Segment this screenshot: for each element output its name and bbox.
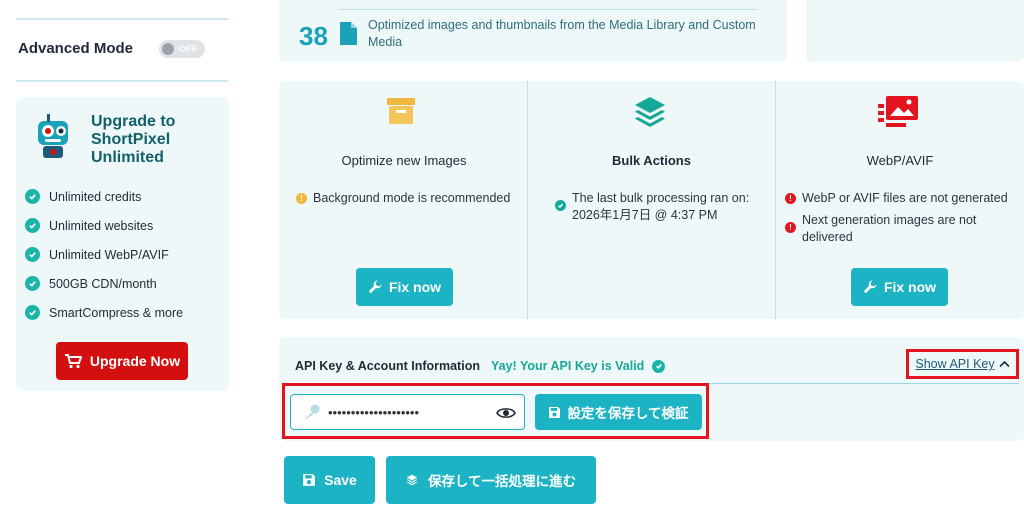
layers-icon: [406, 474, 418, 486]
bulk-status-text: The last bulk processing ran on: 2026年1月…: [572, 191, 750, 222]
feature-item: SmartCompress & more: [25, 305, 183, 320]
check-icon: [652, 359, 666, 373]
feature-label: Unlimited websites: [49, 218, 154, 233]
chevron-up-icon: [999, 360, 1010, 368]
floppy-disk-icon: [549, 406, 561, 418]
fix-now-label: Fix now: [388, 279, 442, 295]
optimized-description: Optimized images and thumbnails from the…: [368, 18, 756, 49]
optimized-count: 38: [299, 21, 328, 51]
advanced-mode-label: Advanced Mode: [18, 40, 134, 57]
warning-icon: !: [296, 193, 307, 204]
upgrade-panel: Upgrade to ShortPixel Unlimited Unlimite…: [16, 97, 230, 391]
check-icon: [25, 218, 40, 233]
wrench-icon: [368, 280, 382, 294]
upgrade-now-label: Upgrade Now: [89, 353, 181, 369]
robot-mascot-icon: [38, 114, 68, 158]
document-icon: [340, 22, 357, 45]
fix-now-label: Fix now: [883, 279, 937, 295]
wrench-icon: [863, 280, 877, 294]
side-stats-card: [806, 0, 1024, 62]
feature-item: Unlimited websites: [25, 218, 153, 233]
save-button[interactable]: Save: [284, 456, 375, 504]
bulk-status: The last bulk processing ran on: 2026年1月…: [555, 190, 765, 224]
advanced-mode-toggle[interactable]: OFF: [159, 40, 205, 58]
api-key-input[interactable]: ••••••••••••••••••••: [290, 394, 525, 430]
check-icon: [25, 247, 40, 262]
feature-label: Unlimited credits: [49, 189, 142, 204]
show-api-key-toggle[interactable]: Show API Key: [906, 349, 1019, 379]
save-label: Save: [324, 472, 357, 488]
api-valid-status: Yay! Your API Key is Valid: [491, 359, 666, 373]
images-icon: [878, 96, 918, 127]
feature-label: Unlimited WebP/AVIF: [49, 247, 169, 262]
error-icon: !: [785, 222, 796, 233]
sidebar-divider-top: [16, 18, 228, 20]
feature-item: Unlimited credits: [25, 189, 141, 204]
card-title-bulk: Bulk Actions: [612, 153, 691, 168]
card-divider: [775, 81, 776, 319]
feature-item: 500GB CDN/month: [25, 276, 157, 291]
check-icon: [555, 200, 566, 211]
check-icon: [25, 189, 40, 204]
fix-now-button-optimize[interactable]: Fix now: [356, 268, 453, 306]
webp-status-text: WebP or AVIF files are not generated: [802, 191, 1008, 205]
toggle-state: OFF: [179, 44, 198, 54]
webp-status-2: ! Next generation images are not deliver…: [785, 212, 1010, 246]
show-api-key-link[interactable]: Show API Key: [915, 357, 994, 371]
api-valid-text: Yay! Your API Key is Valid: [491, 359, 645, 373]
archive-box-icon: [387, 98, 415, 124]
save-and-verify-label: 設定を保存して検証: [567, 406, 689, 421]
upgrade-now-button[interactable]: Upgrade Now: [56, 342, 188, 380]
optimize-status: ! Background mode is recommended: [296, 190, 521, 207]
floppy-disk-icon: [303, 474, 316, 486]
feature-item: Unlimited WebP/AVIF: [25, 247, 169, 262]
save-and-bulk-label: 保存して一括処理に進む: [427, 474, 577, 489]
upgrade-title: Upgrade to ShortPixel Unlimited: [91, 113, 176, 166]
cart-icon: [64, 353, 82, 368]
card-divider: [527, 81, 528, 319]
toggle-knob: [162, 43, 174, 55]
feature-label: 500GB CDN/month: [49, 276, 157, 291]
feature-label: SmartCompress & more: [49, 305, 184, 320]
check-icon: [25, 276, 40, 291]
webp-status-1: ! WebP or AVIF files are not generated: [785, 190, 1020, 207]
layers-icon: [635, 97, 665, 127]
key-icon: [305, 404, 320, 419]
webp-status-text: Next generation images are not delivered: [802, 213, 977, 244]
card-title-optimize: Optimize new Images: [341, 153, 467, 168]
fix-now-button-webp[interactable]: Fix now: [851, 268, 948, 306]
check-icon: [25, 305, 40, 320]
save-and-bulk-button[interactable]: 保存して一括処理に進む: [386, 456, 596, 504]
api-key-masked: ••••••••••••••••••••: [328, 405, 420, 420]
api-key-label: API Key & Account Information: [295, 359, 480, 373]
eye-icon[interactable]: [496, 406, 516, 420]
error-icon: !: [785, 193, 796, 204]
optimize-status-text: Background mode is recommended: [313, 191, 511, 205]
card-title-webp: WebP/AVIF: [866, 153, 934, 168]
sidebar-divider: [16, 80, 228, 82]
save-and-verify-button[interactable]: 設定を保存して検証: [535, 394, 702, 430]
stats-divider: [338, 9, 758, 10]
